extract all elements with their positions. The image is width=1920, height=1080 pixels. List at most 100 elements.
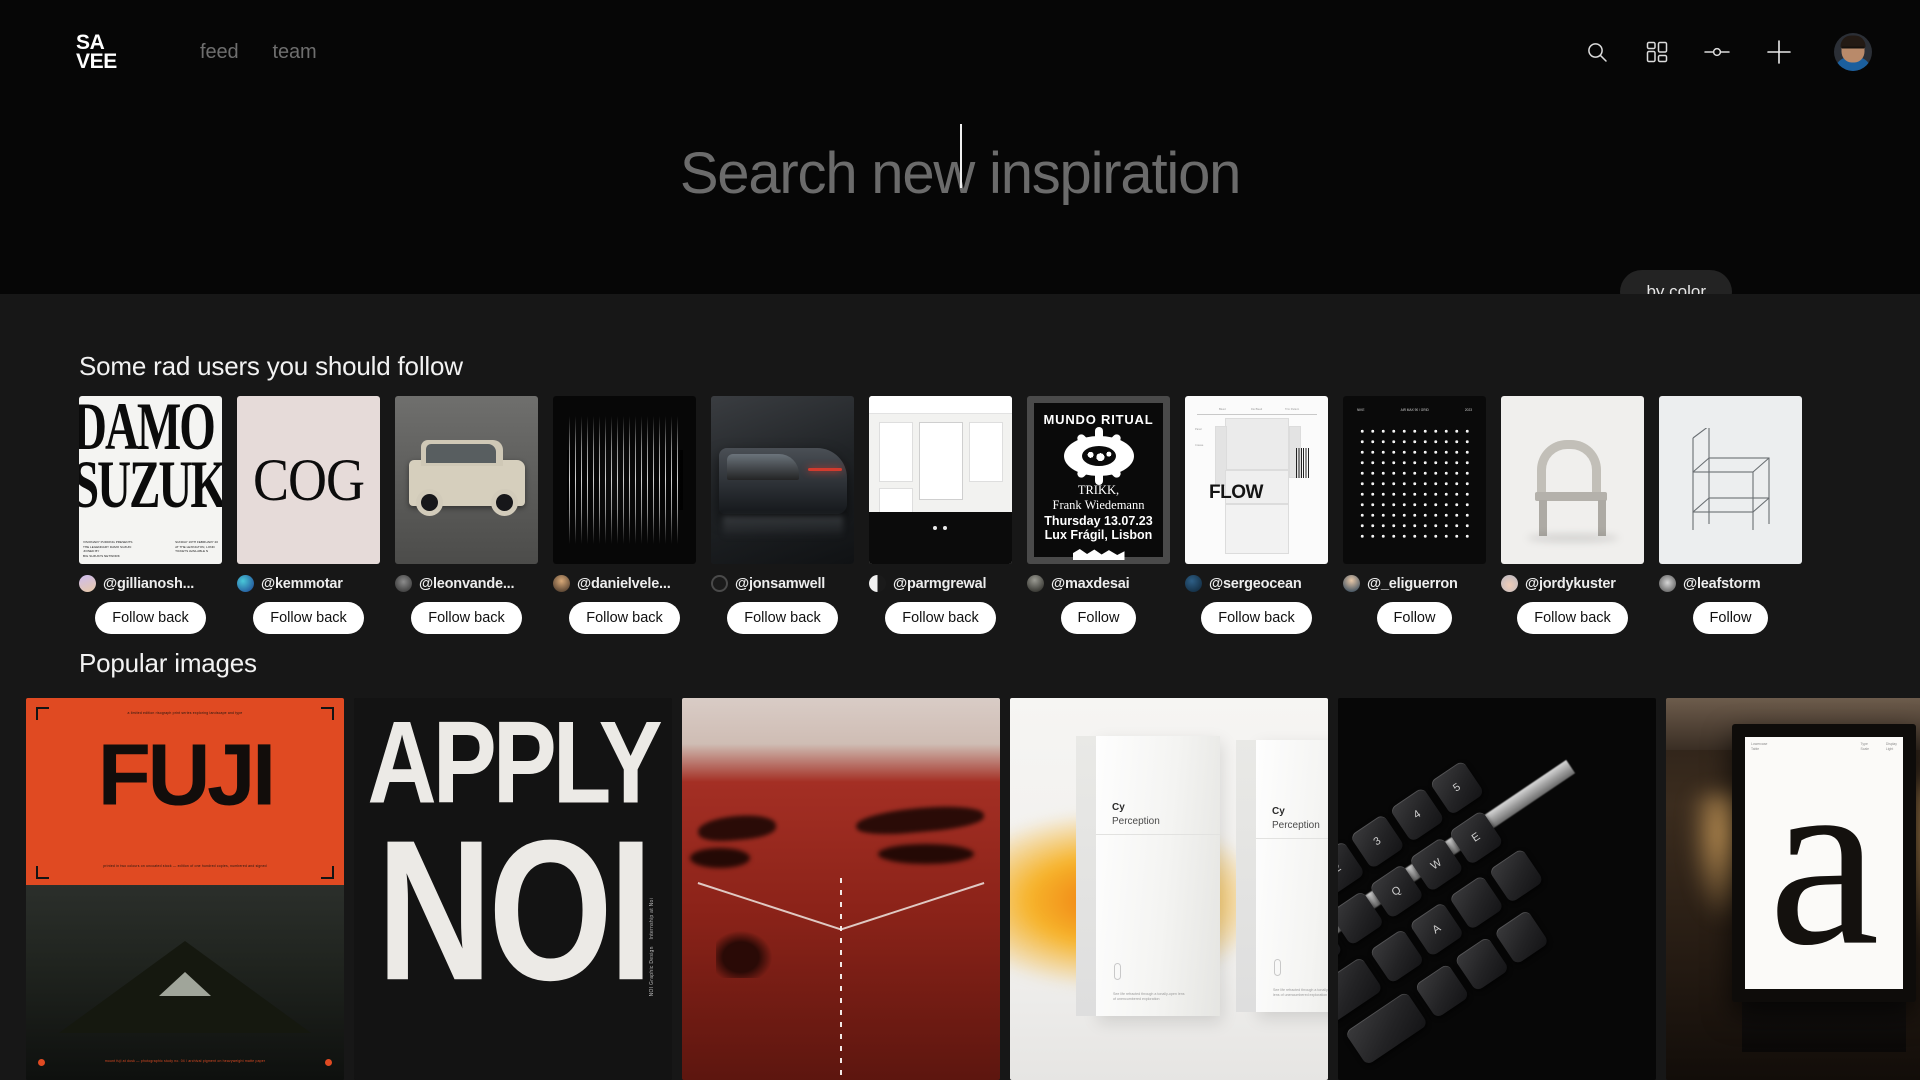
- packaging-fineprint: See life refracted through a tonally-ope…: [1113, 992, 1185, 1001]
- user-meta: @gillianosh...: [79, 575, 222, 592]
- user-thumbnail[interactable]: [395, 396, 538, 564]
- user-username: @leafstorm: [1683, 575, 1761, 592]
- follow-button[interactable]: Follow back: [569, 602, 680, 634]
- nav-link-team[interactable]: team: [273, 41, 317, 64]
- user-thumbnail[interactable]: MUNDO RITUAL TRIKK, Frank Wiedemann Thur…: [1027, 396, 1170, 564]
- user-meta: @jordykuster: [1501, 575, 1644, 592]
- poster-inner: MUNDO RITUAL TRIKK, Frank Wiedemann Thur…: [1034, 403, 1163, 560]
- follow-button[interactable]: Follow back: [411, 602, 522, 634]
- signage-panel: a Lowercase Table Type Scale Display Light: [1745, 737, 1903, 989]
- keyboard-key: A: [1408, 901, 1465, 958]
- user-thumbnail[interactable]: [553, 396, 696, 564]
- user-avatar: [1659, 575, 1676, 592]
- follow-button[interactable]: Follow back: [885, 602, 996, 634]
- fuji-caption-bottom: mount fuji at dusk — photographic study …: [104, 1059, 266, 1063]
- user-card[interactable]: MUNDO RITUAL TRIKK, Frank Wiedemann Thur…: [1027, 396, 1170, 634]
- user-thumbnail[interactable]: [869, 396, 1012, 564]
- user-card[interactable]: @leonvande... Follow back: [395, 396, 538, 634]
- avatar-glasses: [1842, 46, 1864, 54]
- keyboard-key: [1448, 874, 1505, 931]
- keyboard-key: 4: [1389, 786, 1445, 843]
- user-avatar: [553, 575, 570, 592]
- mockup-dot: [943, 526, 947, 530]
- packaging-pill-icon: [1114, 963, 1121, 980]
- user-card[interactable]: @leafstorm Follow: [1659, 396, 1802, 634]
- popular-image-card[interactable]: a Lowercase Table Type Scale Display Light: [1666, 698, 1920, 1080]
- poster-line-3: Thursday 13.07.23: [1044, 514, 1153, 528]
- user-thumbnail[interactable]: DAMO SUZUKI VISIONARY PUDDING PRESENTSTH…: [79, 396, 222, 564]
- fuji-wordmark: FUJI: [97, 725, 276, 824]
- poster-line-2: Frank Wiedemann: [1052, 498, 1145, 512]
- artwork-wireframe-chair: [1659, 396, 1802, 564]
- keyboard-key: [1414, 963, 1470, 1019]
- follow-button[interactable]: Follow: [1060, 602, 1137, 634]
- user-thumbnail[interactable]: [711, 396, 854, 564]
- road-center-dashes: [840, 878, 842, 1078]
- user-thumbnail[interactable]: NIKE AIR MAX 90 / GRID 2023: [1343, 396, 1486, 564]
- user-card[interactable]: @parmgrewal Follow back: [869, 396, 1012, 634]
- user-thumbnail[interactable]: COG: [237, 396, 380, 564]
- avatar[interactable]: [1834, 33, 1872, 71]
- popular-image-card[interactable]: Cy Perception See life refracted through…: [1010, 698, 1328, 1080]
- poster-splat-graphic: [1057, 427, 1141, 485]
- concept-car-window: [727, 454, 799, 480]
- keyboard-key: W: [1408, 836, 1465, 893]
- user-thumbnail[interactable]: [1501, 396, 1644, 564]
- packaging-product: Perception: [1272, 820, 1320, 831]
- keyboard-key: [1454, 936, 1510, 992]
- user-card[interactable]: @jordykuster Follow back: [1501, 396, 1644, 634]
- keyboard-key: E: [1448, 809, 1504, 866]
- follow-button[interactable]: Follow back: [253, 602, 364, 634]
- suggested-users-row: DAMO SUZUKI VISIONARY PUDDING PRESENTSTH…: [79, 396, 1802, 634]
- artwork-fuji-poster: FUJI a limited edition risograph print s…: [26, 698, 344, 1080]
- section-title-users: Some rad users you should follow: [79, 351, 463, 381]
- follow-button[interactable]: Follow: [1692, 602, 1769, 634]
- user-thumbnail[interactable]: [1659, 396, 1802, 564]
- spec-box: [1225, 504, 1289, 554]
- user-avatar: [869, 575, 886, 592]
- user-username: @danielvele...: [577, 575, 671, 592]
- savee-logo[interactable]: SA VEE: [76, 32, 128, 72]
- keyboard-key: [1369, 928, 1425, 984]
- user-card[interactable]: DAMO SUZUKI VISIONARY PUDDING PRESENTSTH…: [79, 396, 222, 634]
- artwork-red-face-photo: [682, 698, 1000, 1080]
- signage-glyph: a: [1768, 737, 1880, 989]
- mockup-pane: [879, 488, 913, 514]
- popular-image-card[interactable]: 1 2 3 4 5 Q W E A: [1338, 698, 1656, 1080]
- user-card[interactable]: @danielvele... Follow back: [553, 396, 696, 634]
- signage-base: [1742, 998, 1906, 1052]
- popular-image-card[interactable]: FUJI a limited edition risograph print s…: [26, 698, 344, 1080]
- signage-corner-right-2: Display Light: [1885, 742, 1897, 751]
- poster-line-1: TRIKK,: [1077, 483, 1120, 497]
- follow-button[interactable]: Follow back: [1517, 602, 1628, 634]
- slider-icon[interactable]: [1704, 39, 1730, 65]
- concept-car-taillight: [808, 468, 842, 471]
- plus-icon[interactable]: [1764, 37, 1794, 67]
- artwork-cog-poster: COG: [237, 396, 380, 564]
- user-meta: @leonvande...: [395, 575, 538, 592]
- popular-image-card[interactable]: APPLY NOI NOI Graphic Design Internship …: [354, 698, 672, 1080]
- search-icon[interactable]: [1584, 39, 1610, 65]
- artwork-fiat-panda-photo: [395, 396, 538, 564]
- user-card[interactable]: FLOW Bleed Die Bleed Trim Pattern Panel …: [1185, 396, 1328, 634]
- spec-barcode: [1296, 448, 1310, 478]
- follow-button[interactable]: Follow back: [95, 602, 206, 634]
- follow-button[interactable]: Follow back: [727, 602, 838, 634]
- packaging-brand: Cy: [1272, 806, 1285, 817]
- hero-search-area: by color: [0, 104, 1920, 314]
- user-username: @parmgrewal: [893, 575, 987, 592]
- follow-button[interactable]: Follow: [1376, 602, 1453, 634]
- artwork-title: DAMO SUZUKI: [79, 396, 222, 523]
- grid-icon[interactable]: [1644, 39, 1670, 65]
- user-card[interactable]: COG @kemmotar Follow back: [237, 396, 380, 634]
- follow-button[interactable]: Follow back: [1201, 602, 1312, 634]
- user-avatar: [1501, 575, 1518, 592]
- user-card[interactable]: NIKE AIR MAX 90 / GRID 2023 @_eliguerron F…: [1343, 396, 1486, 634]
- nav-link-feed[interactable]: feed: [200, 41, 239, 64]
- keyboard-key: 5: [1429, 760, 1485, 816]
- artwork-flow-packaging-spec: FLOW Bleed Die Bleed Trim Pattern Panel …: [1185, 396, 1328, 564]
- user-card[interactable]: @jonsamwell Follow back: [711, 396, 854, 634]
- user-avatar: [711, 575, 728, 592]
- user-thumbnail[interactable]: FLOW Bleed Die Bleed Trim Pattern Panel …: [1185, 396, 1328, 564]
- popular-image-card[interactable]: [682, 698, 1000, 1080]
